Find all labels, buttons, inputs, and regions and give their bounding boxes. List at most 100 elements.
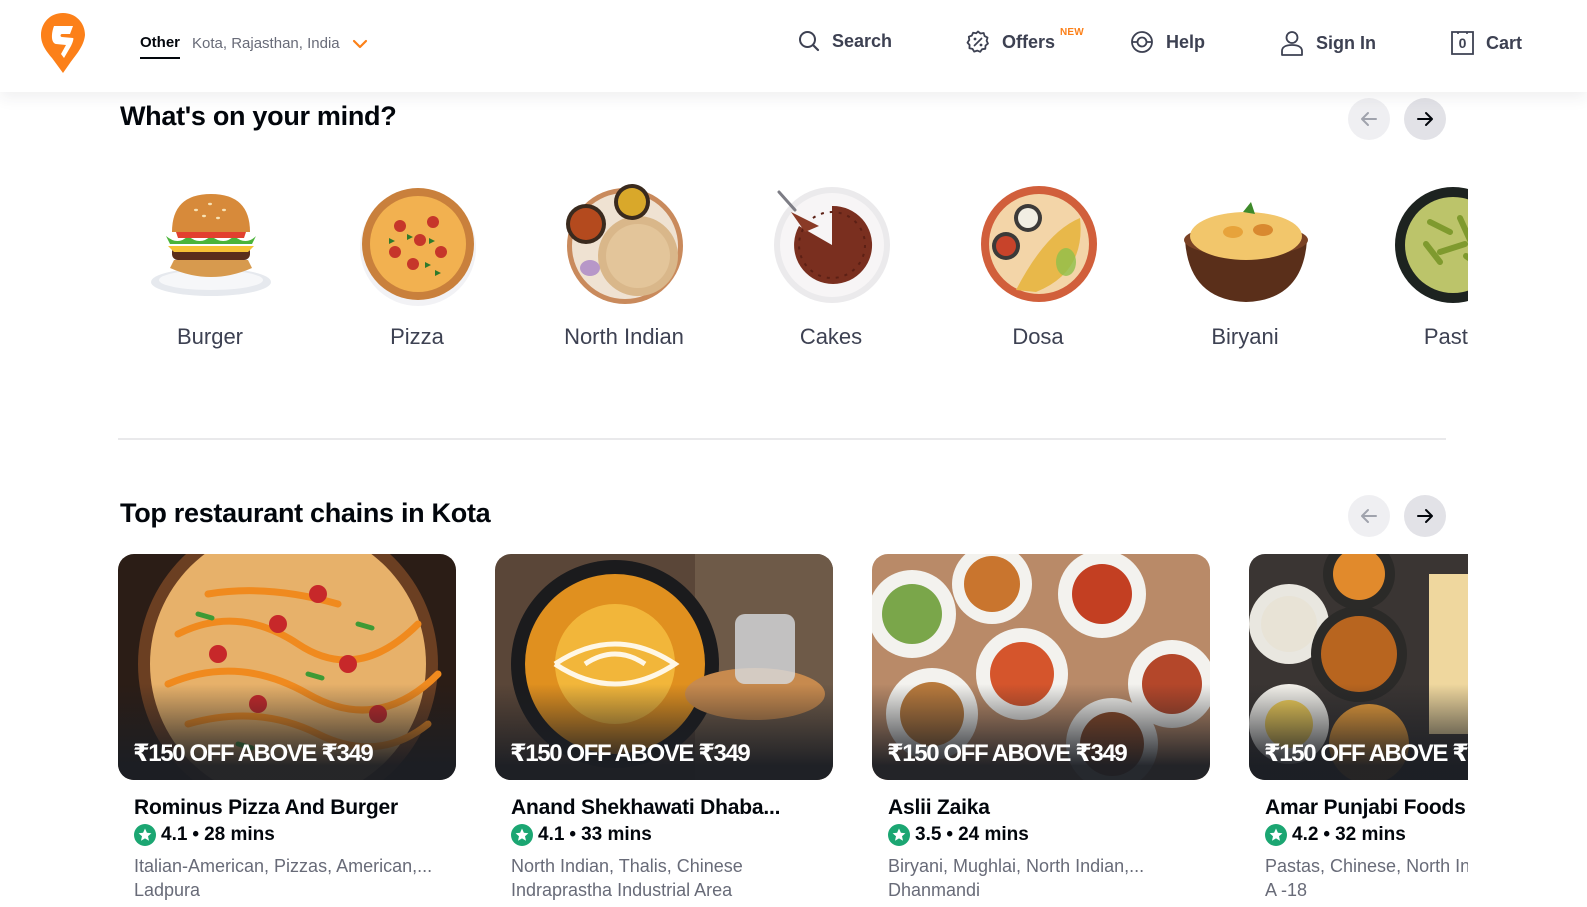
nav-offers-label: Offers	[1002, 31, 1056, 52]
pasta-image	[1395, 187, 1468, 303]
restaurant-image: ₹150 OFF ABOVE ₹349	[1249, 554, 1468, 780]
chains-section-title: Top restaurant chains in Kota	[120, 498, 491, 528]
nav-sign-in-label: Sign In	[1316, 32, 1376, 53]
restaurant-image: ₹150 OFF ABOVE ₹349	[872, 554, 1210, 780]
arrow-right-icon	[1417, 509, 1433, 523]
category-label: Cakes	[799, 324, 863, 349]
category-pizza[interactable]: Pizza	[327, 178, 507, 368]
mind-section-title: What's on your mind?	[120, 101, 397, 131]
area: Indraprastha Industrial Area	[511, 880, 733, 900]
area: Ladpura	[134, 880, 201, 900]
rating-row: 4.1 • 28 mins	[134, 824, 275, 846]
section-divider	[118, 438, 1446, 440]
star-rating-icon	[1265, 824, 1287, 846]
category-label: Pizza	[390, 324, 444, 349]
arrow-left-icon	[1361, 112, 1377, 126]
category-label: Pasta	[1423, 324, 1468, 349]
cuisines: Biryani, Mughlai, North Indian,...	[888, 856, 1145, 876]
restaurant-card[interactable]: ₹150 OFF ABOVE ₹349 Anand Shekhawati Dha…	[495, 554, 833, 907]
top-header: Other Kota, Rajasthan, India Search Offe…	[0, 0, 1587, 92]
restaurant-carousel: ₹150 OFF ABOVE ₹349 Rominus Pizza And Bu…	[118, 554, 1468, 907]
mind-next-button[interactable]	[1404, 98, 1446, 140]
restaurant-name: Amar Punjabi Foods	[1265, 796, 1466, 819]
user-icon	[1281, 31, 1303, 56]
category-dosa[interactable]: Dosa	[948, 178, 1128, 368]
rating-row: 4.1 • 33 mins	[511, 824, 652, 846]
cuisines: Italian-American, Pizzas, American,...	[134, 856, 433, 876]
biryani-image	[1184, 202, 1308, 302]
star-rating-icon	[134, 824, 156, 846]
location-selector[interactable]: Other Kota, Rajasthan, India	[140, 34, 368, 59]
chains-next-button[interactable]	[1404, 495, 1446, 537]
category-label: Biryani	[1211, 324, 1279, 349]
category-cakes[interactable]: Cakes	[741, 178, 921, 368]
cart-count: 0	[1458, 35, 1467, 51]
pizza-image	[360, 188, 476, 306]
offer-label: ₹150 OFF ABOVE ₹349	[510, 740, 751, 767]
star-rating-icon	[888, 824, 910, 846]
delivery-time: 32 mins	[1335, 824, 1406, 845]
category-biryani[interactable]: Biryani	[1155, 178, 1335, 368]
swiggy-logo[interactable]	[40, 12, 86, 74]
offers-new-badge: NEW	[1060, 27, 1084, 38]
restaurant-image: ₹150 OFF ABOVE ₹349	[495, 554, 833, 780]
rating-row: 3.5 • 24 mins	[888, 824, 1029, 846]
meta-separator: •	[192, 824, 200, 845]
restaurant-card[interactable]: ₹150 OFF ABOVE ₹349 Aslii Zaika 3.5 • 24…	[872, 554, 1210, 907]
nav-cart[interactable]: 0 Cart	[1450, 30, 1522, 56]
restaurant-name: Anand Shekhawati Dhaba...	[511, 796, 781, 819]
restaurant-card[interactable]: ₹150 OFF ABOVE ₹349 Amar Punjabi Foods 4…	[1249, 554, 1468, 907]
rating-value: 4.2	[1292, 824, 1319, 845]
arrow-left-icon	[1361, 509, 1377, 523]
nav-help-label: Help	[1166, 31, 1206, 52]
nav-sign-in[interactable]: Sign In	[1280, 30, 1376, 56]
nav-offers[interactable]: Offers	[966, 30, 1055, 54]
restaurant-name: Rominus Pizza And Burger	[134, 796, 398, 819]
search-icon	[799, 31, 820, 52]
cart-bag-icon: 0	[1450, 30, 1475, 56]
cuisines: North Indian, Thalis, Chinese	[511, 856, 743, 876]
restaurant-card[interactable]: ₹150 OFF ABOVE ₹349 Rominus Pizza And Bu…	[118, 554, 456, 907]
restaurant-image: ₹150 OFF ABOVE ₹349	[118, 554, 456, 780]
offer-label: ₹150 OFF ABOVE ₹349	[1264, 740, 1468, 767]
offers-icon	[966, 30, 989, 53]
star-rating-icon	[511, 824, 533, 846]
location-text: Kota, Rajasthan, India	[192, 34, 340, 52]
chevron-down-icon	[352, 39, 367, 48]
category-carousel: Burger Pizza North Indian Cakes Dosa Bir…	[120, 178, 1468, 368]
meta-separator: •	[1323, 824, 1331, 845]
area: Dhanmandi	[888, 880, 981, 900]
meta-separator: •	[946, 824, 954, 845]
nav-search-label: Search	[832, 30, 893, 51]
category-pasta[interactable]: Pasta	[1362, 178, 1468, 368]
category-label: Dosa	[1012, 324, 1064, 349]
delivery-time: 24 mins	[958, 824, 1029, 845]
mind-prev-button[interactable]	[1348, 98, 1390, 140]
nav-cart-label: Cart	[1486, 32, 1523, 53]
offer-label: ₹150 OFF ABOVE ₹349	[133, 740, 374, 767]
burger-image	[151, 194, 271, 296]
help-lifebuoy-icon	[1131, 31, 1153, 53]
delivery-time: 33 mins	[581, 824, 652, 845]
nav-search[interactable]: Search	[798, 30, 892, 52]
delivery-time: 28 mins	[204, 824, 275, 845]
restaurant-name: Aslii Zaika	[888, 796, 990, 819]
rating-row: 4.2 • 32 mins	[1265, 824, 1406, 846]
cuisines: Pastas, Chinese, North Indian	[1265, 856, 1468, 876]
location-type: Other	[140, 34, 181, 59]
chains-prev-button[interactable]	[1348, 495, 1390, 537]
rating-value: 4.1	[161, 824, 188, 845]
meta-separator: •	[569, 824, 577, 845]
nav-help[interactable]: Help	[1130, 30, 1205, 54]
offer-label: ₹150 OFF ABOVE ₹349	[887, 740, 1128, 767]
area: A -18	[1265, 880, 1308, 900]
north-indian-thali-image	[566, 184, 683, 304]
category-north-indian[interactable]: North Indian	[534, 178, 714, 368]
category-label: Burger	[176, 324, 244, 349]
arrow-right-icon	[1417, 112, 1433, 126]
category-burger[interactable]: Burger	[120, 178, 300, 368]
dosa-image	[981, 186, 1097, 302]
category-label: North Indian	[564, 324, 684, 349]
cake-image	[774, 187, 890, 303]
rating-value: 4.1	[538, 824, 565, 845]
